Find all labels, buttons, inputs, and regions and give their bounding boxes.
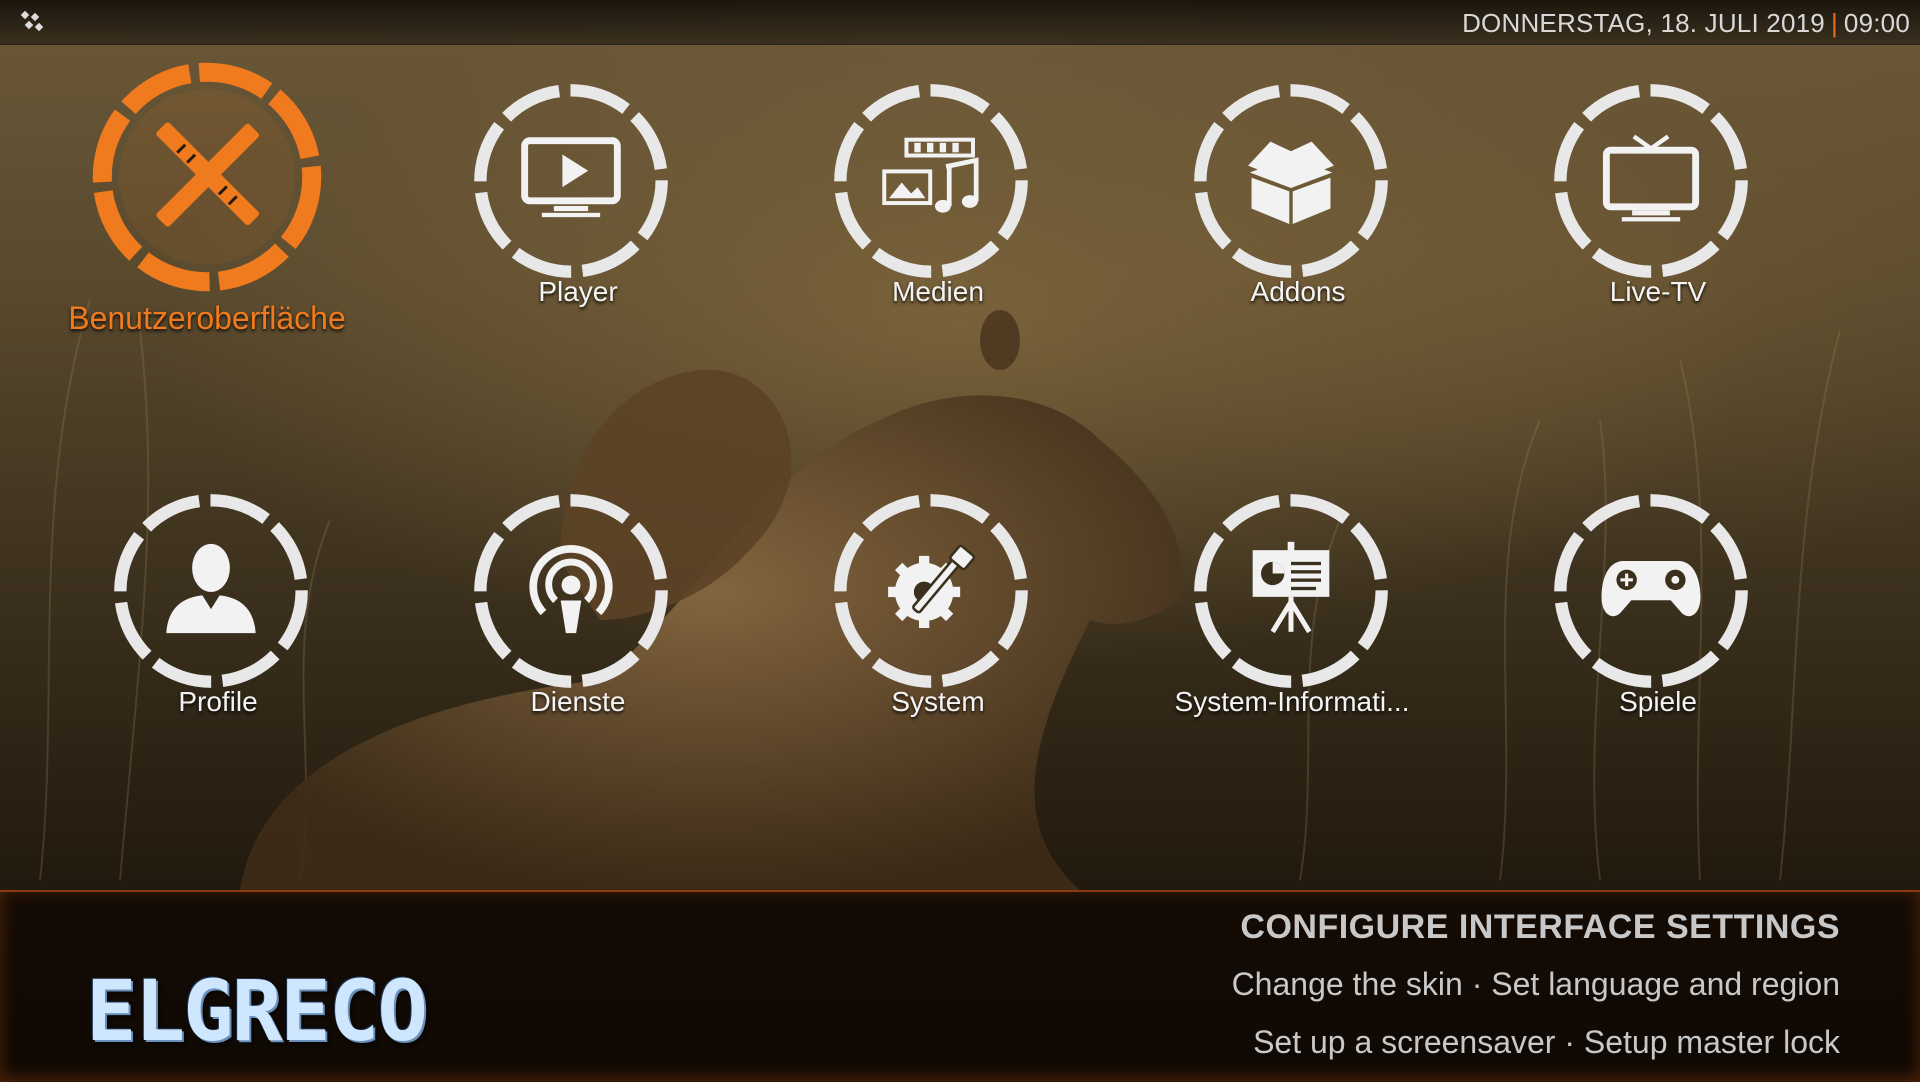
time-text: 09:00 bbox=[1843, 8, 1910, 38]
system-info-icon bbox=[1241, 534, 1341, 649]
description-title: CONFIGURE INTERFACE SETTINGS bbox=[1240, 908, 1840, 946]
services-icon bbox=[520, 537, 623, 645]
menu-item-label: System bbox=[891, 686, 985, 717]
skin-brand-logo: ELGRECO bbox=[86, 962, 428, 1060]
menu-item-dienste[interactable]: Dienste bbox=[468, 488, 688, 728]
menu-item-label: Benutzeroberfläche bbox=[68, 300, 346, 336]
description-line-2: Set up a screensaver · Setup master lock bbox=[1253, 1024, 1840, 1060]
menu-item-label: Addons bbox=[1250, 276, 1346, 307]
focus-ring bbox=[88, 58, 326, 296]
gamepad-icon bbox=[1600, 553, 1703, 629]
ring bbox=[828, 78, 1034, 284]
ring bbox=[1548, 78, 1754, 284]
menu-item-profile[interactable]: Profile bbox=[108, 488, 328, 728]
date-time: DONNERSTAG, 18. JULI 2019 | 09:00 bbox=[1462, 8, 1910, 39]
menu-item-player[interactable]: Player bbox=[468, 78, 688, 318]
menu-item-label: Live-TV bbox=[1609, 276, 1707, 307]
ring bbox=[1548, 488, 1754, 694]
top-bar: DONNERSTAG, 18. JULI 2019 | 09:00 bbox=[0, 0, 1920, 45]
player-icon bbox=[520, 136, 623, 227]
menu-item-live-tv[interactable]: Live-TV bbox=[1548, 78, 1768, 318]
media-icon bbox=[880, 134, 983, 227]
ui-settings-icon bbox=[148, 115, 267, 239]
ring bbox=[1188, 488, 1394, 694]
date-text: DONNERSTAG, 18. JULI 2019 bbox=[1462, 8, 1825, 38]
addons-box-icon bbox=[1240, 131, 1343, 231]
menu-item-medien[interactable]: Medien bbox=[828, 78, 1048, 318]
ring bbox=[468, 78, 674, 284]
tv-icon bbox=[1600, 131, 1703, 231]
system-gear-icon bbox=[880, 537, 983, 645]
ring bbox=[1188, 78, 1394, 284]
kodi-logo-icon[interactable] bbox=[18, 8, 48, 36]
ring bbox=[828, 488, 1034, 694]
menu-item-label: System-Informati... bbox=[1174, 686, 1410, 717]
menu-item-spiele[interactable]: Spiele bbox=[1548, 488, 1768, 728]
profile-icon bbox=[160, 537, 263, 645]
menu-item-label: Spiele bbox=[1619, 686, 1697, 717]
menu-item-label: Dienste bbox=[530, 686, 626, 717]
ring bbox=[108, 488, 314, 694]
ring bbox=[468, 488, 674, 694]
menu-item-addons[interactable]: Addons bbox=[1188, 78, 1408, 318]
menu-item-label: Medien bbox=[892, 276, 984, 307]
menu-item-system-info[interactable]: System-Informati... bbox=[1175, 488, 1409, 728]
menu-item-label: Profile bbox=[178, 686, 258, 717]
date-time-separator: | bbox=[1830, 8, 1838, 38]
menu-item-system[interactable]: System bbox=[828, 488, 1048, 728]
description-line-1: Change the skin · Set language and regio… bbox=[1231, 966, 1840, 1002]
menu-item-label: Player bbox=[538, 276, 618, 307]
menu-item-benutzeroberflaeche[interactable]: Benutzeroberfläche bbox=[68, 58, 346, 338]
